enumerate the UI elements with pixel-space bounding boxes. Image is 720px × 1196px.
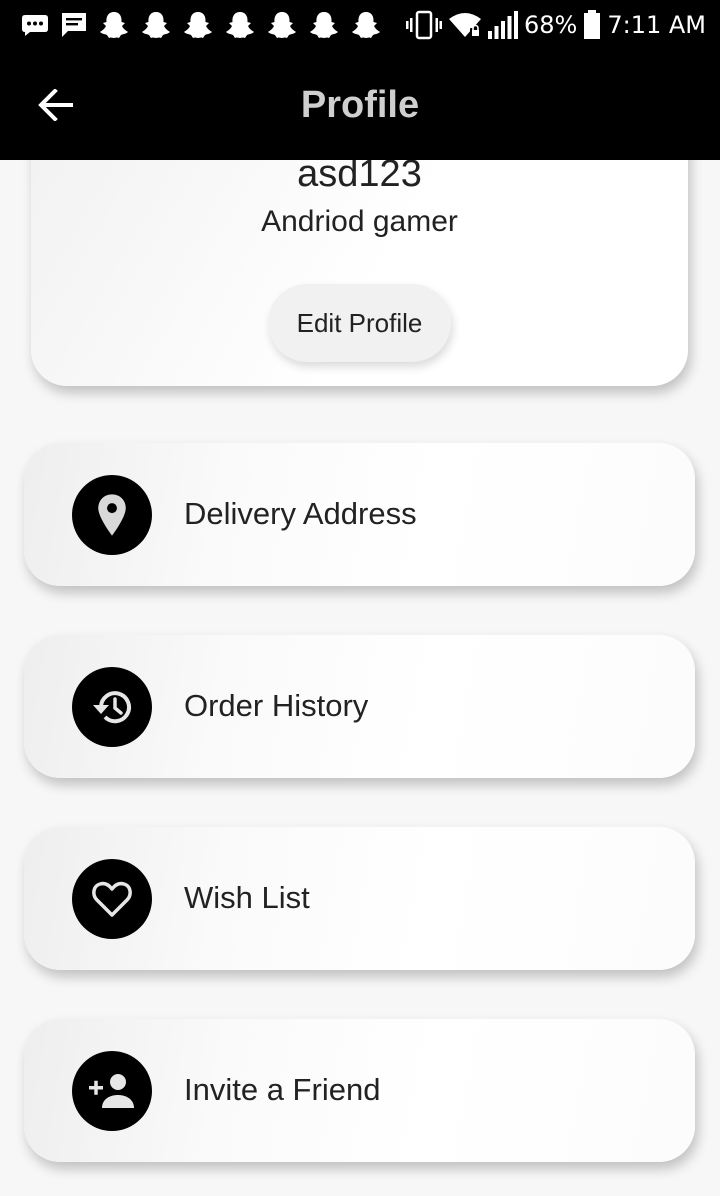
- snapchat-icon: [142, 12, 170, 38]
- page-title: Profile: [300, 84, 420, 126]
- clock-time: 7:11 AM: [607, 11, 706, 39]
- snapchat-icon: [226, 12, 254, 38]
- notification-icons: [20, 8, 382, 42]
- vibrate-icon: [406, 10, 442, 40]
- app-bar: Profile: [0, 50, 720, 160]
- menu-item-label: Order History: [184, 688, 369, 723]
- menu-icon-circle: [72, 1051, 152, 1131]
- heart-icon: [92, 881, 132, 917]
- person-add-icon: [89, 1074, 134, 1108]
- location-pin-icon: [98, 494, 126, 536]
- history-icon: [93, 691, 131, 724]
- menu-icon-circle: [72, 859, 152, 939]
- system-status: 68% 7:11 AM: [406, 8, 706, 42]
- menu-item-invite-friend[interactable]: Invite a Friend: [24, 1019, 695, 1162]
- snapchat-icon: [352, 12, 380, 38]
- profile-bio: Andriod gamer: [261, 205, 458, 238]
- menu-item-order-history[interactable]: Order History: [24, 635, 695, 778]
- message-icon: [22, 15, 48, 36]
- menu-item-label: Delivery Address: [184, 496, 417, 531]
- menu-item-delivery-address[interactable]: Delivery Address: [24, 443, 695, 586]
- snapchat-icon: [310, 12, 338, 38]
- menu-item-label: Invite a Friend: [184, 1072, 381, 1107]
- menu-item-label: Wish List: [184, 880, 310, 915]
- battery-icon: [584, 10, 601, 39]
- snapchat-icon: [100, 12, 128, 38]
- wifi-icon: [449, 13, 481, 37]
- menu-item-wish-list[interactable]: Wish List: [24, 827, 695, 970]
- status-bar: 68% 7:11 AM: [0, 0, 720, 50]
- battery-percentage: 68%: [524, 11, 578, 39]
- menu-icon-circle: [72, 475, 152, 555]
- signal-icon: [488, 11, 518, 39]
- menu-icon-circle: [72, 667, 152, 747]
- chat-icon: [62, 13, 86, 37]
- edit-profile-button[interactable]: Edit Profile: [268, 284, 451, 362]
- snapchat-icon: [268, 12, 296, 38]
- snapchat-icon: [184, 12, 212, 38]
